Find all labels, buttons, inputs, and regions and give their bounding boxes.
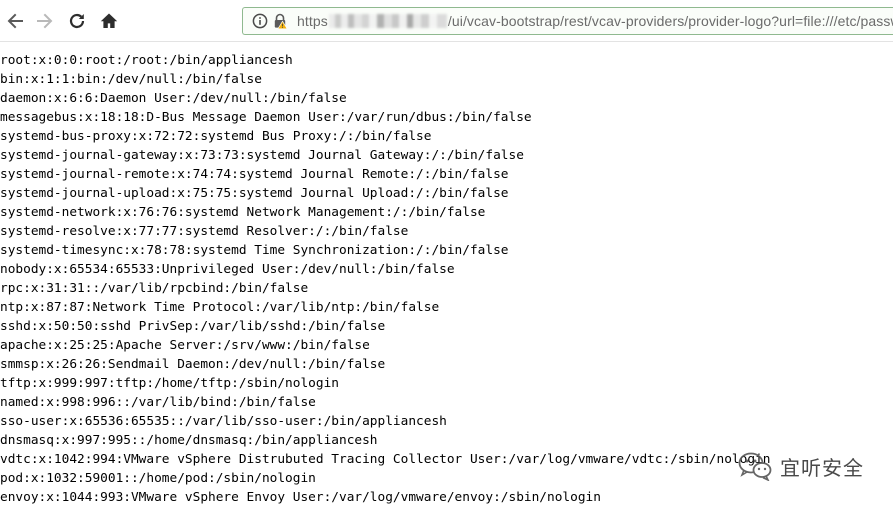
forward-arrow-icon xyxy=(37,13,53,29)
passwd-line: systemd-network:x:76:76:systemd Network … xyxy=(0,205,486,220)
forward-button[interactable] xyxy=(32,8,58,34)
passwd-line: tftp:x:999:997:tftp:/home/tftp:/sbin/nol… xyxy=(0,376,339,391)
passwd-line: rpc:x:31:31::/var/lib/rpcbind:/bin/false xyxy=(0,281,309,296)
url-path: /ui/vcav-bootstrap/rest/vcav-providers/p… xyxy=(447,13,893,29)
passwd-line: systemd-journal-upload:x:75:75:systemd J… xyxy=(0,186,509,201)
passwd-line: sshd:x:50:50:sshd PrivSep:/var/lib/sshd:… xyxy=(0,319,386,334)
file-contents: root:x:0:0:root:/root:/bin/appliancesh bi… xyxy=(0,51,770,506)
watermark-text: 宜听安全 xyxy=(780,455,864,480)
url-text[interactable]: https/ui/vcav-bootstrap/rest/vcav-provid… xyxy=(297,13,893,29)
passwd-line: bin:x:1:1:bin:/dev/null:/bin/false xyxy=(0,72,262,87)
home-button[interactable] xyxy=(96,8,122,34)
passwd-line: messagebus:x:18:18:D-Bus Message Daemon … xyxy=(0,110,532,125)
passwd-line: nobody:x:65534:65533:Unprivileged User:/… xyxy=(0,262,455,277)
info-icon[interactable] xyxy=(252,13,268,29)
lock-warning-icon[interactable] xyxy=(272,13,288,29)
passwd-line: ntp:x:87:87:Network Time Protocol:/var/l… xyxy=(0,300,440,315)
redacted-host xyxy=(328,14,447,28)
reload-button[interactable] xyxy=(64,8,90,34)
passwd-line: systemd-timesync:x:78:78:systemd Time Sy… xyxy=(0,243,509,258)
url-scheme: https xyxy=(297,13,328,29)
passwd-line: smmsp:x:26:26:Sendmail Daemon:/dev/null:… xyxy=(0,357,386,372)
passwd-line: envoy:x:1044:993:VMware vSphere Envoy Us… xyxy=(0,490,601,505)
passwd-line: systemd-resolve:x:77:77:systemd Resolver… xyxy=(0,224,409,239)
passwd-line: apache:x:25:25:Apache Server:/srv/www:/b… xyxy=(0,338,370,353)
reload-icon xyxy=(69,13,85,29)
home-icon xyxy=(100,13,118,28)
passwd-line: systemd-journal-gateway:x:73:73:systemd … xyxy=(0,148,524,163)
address-bar[interactable]: https/ui/vcav-bootstrap/rest/vcav-provid… xyxy=(242,7,893,35)
passwd-line: vdtc:x:1042:994:VMware vSphere Distrubut… xyxy=(0,452,771,467)
back-button[interactable] xyxy=(2,8,28,34)
passwd-line: root:x:0:0:root:/root:/bin/appliancesh xyxy=(0,53,293,68)
back-arrow-icon xyxy=(7,13,23,29)
passwd-line: named:x:998:996::/var/lib/bind:/bin/fals… xyxy=(0,395,316,410)
passwd-line: systemd-bus-proxy:x:72:72:systemd Bus Pr… xyxy=(0,129,432,144)
passwd-line: sso-user:x:65536:65535::/var/lib/sso-use… xyxy=(0,414,447,429)
passwd-line: systemd-journal-remote:x:74:74:systemd J… xyxy=(0,167,509,182)
passwd-line: dnsmasq:x:997:995::/home/dnsmasq:/bin/ap… xyxy=(0,433,378,448)
browser-toolbar: https/ui/vcav-bootstrap/rest/vcav-provid… xyxy=(0,0,893,42)
passwd-line: pod:x:1032:59001::/home/pod:/sbin/nologi… xyxy=(0,471,316,486)
passwd-line: daemon:x:6:6:Daemon User:/dev/null:/bin/… xyxy=(0,91,347,106)
